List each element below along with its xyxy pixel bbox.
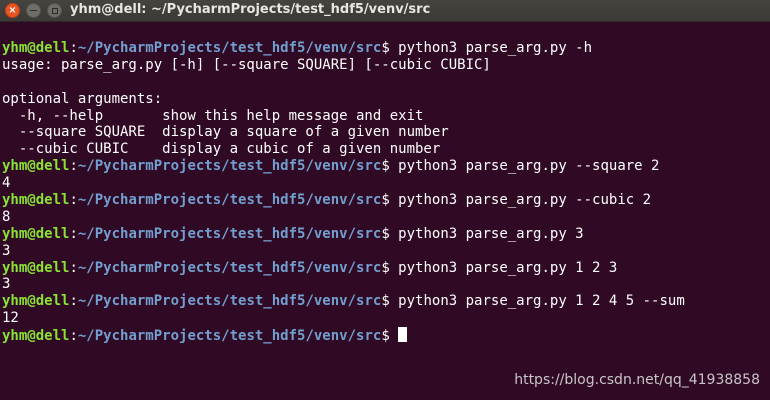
minimize-icon [30,10,37,11]
close-button[interactable]: × [5,3,20,18]
prompt-symbol: $ [381,259,399,276]
prompt-separator: : [69,293,78,310]
output-text: 3 [2,242,11,259]
output-line: 12 [2,310,685,327]
prompt-path: ~/PycharmProjects/test_hdf5/venv/src [77,259,382,276]
command-text: python3 parse_arg.py --square 2 [398,158,660,175]
output-line: 4 [2,175,685,192]
prompt-line: yhm@dell:~/PycharmProjects/test_hdf5/ven… [2,293,685,310]
maximize-button[interactable] [47,3,62,18]
command-text: python3 parse_arg.py 3 [398,225,584,242]
output-line: 8 [2,209,685,226]
terminal-output[interactable]: yhm@dell:~/PycharmProjects/test_hdf5/ven… [2,40,685,344]
output-text: -h, --help show this help message and ex… [2,107,424,124]
prompt-line: yhm@dell:~/PycharmProjects/test_hdf5/ven… [2,327,685,344]
prompt-separator: : [69,40,78,56]
close-icon: × [8,4,17,16]
minimize-button[interactable] [26,3,41,18]
prompt-path: ~/PycharmProjects/test_hdf5/venv/src [77,192,382,209]
text-cursor [398,327,408,343]
command-text: python3 parse_arg.py -h [398,40,593,56]
output-text: usage: parse_arg.py [-h] [--square SQUAR… [2,56,491,73]
output-line: --cubic CUBIC display a cubic of a given… [2,141,685,158]
prompt-user-host: yhm@dell [2,293,70,310]
output-text: optional arguments: [2,90,163,107]
output-text: 3 [2,276,11,293]
prompt-path: ~/PycharmProjects/test_hdf5/venv/src [77,225,382,242]
prompt-separator: : [69,225,78,242]
prompt-path: ~/PycharmProjects/test_hdf5/venv/src [77,328,382,345]
maximize-icon [51,7,58,14]
prompt-line: yhm@dell:~/PycharmProjects/test_hdf5/ven… [2,158,685,175]
prompt-path: ~/PycharmProjects/test_hdf5/venv/src [77,40,382,56]
watermark: https://blog.csdn.net/qq_41938858 [514,372,760,388]
output-line: optional arguments: [2,91,685,108]
prompt-user-host: yhm@dell [2,328,70,345]
output-text: 8 [2,208,11,225]
prompt-user-host: yhm@dell [2,192,70,209]
output-text: --square SQUARE display a square of a gi… [2,124,449,141]
output-line: 3 [2,243,685,260]
prompt-separator: : [69,158,78,175]
output-text: 12 [2,310,19,327]
prompt-line: yhm@dell:~/PycharmProjects/test_hdf5/ven… [2,192,685,209]
command-text: python3 parse_arg.py --cubic 2 [398,192,652,209]
title-bar[interactable]: × yhm@dell: ~/PycharmProjects/test_hdf5/… [0,0,770,22]
prompt-user-host: yhm@dell [2,158,70,175]
output-line: usage: parse_arg.py [-h] [--square SQUAR… [2,57,685,74]
prompt-symbol: $ [381,225,399,242]
prompt-symbol: $ [381,40,399,56]
prompt-user-host: yhm@dell [2,225,70,242]
command-text: python3 parse_arg.py 1 2 3 [398,259,618,276]
prompt-path: ~/PycharmProjects/test_hdf5/venv/src [77,158,382,175]
prompt-symbol: $ [381,328,399,345]
output-line: --square SQUARE display a square of a gi… [2,124,685,141]
prompt-line: yhm@dell:~/PycharmProjects/test_hdf5/ven… [2,260,685,277]
output-text: --cubic CUBIC display a cubic of a given… [2,141,441,158]
prompt-separator: : [69,259,78,276]
prompt-separator: : [69,192,78,209]
prompt-separator: : [69,328,78,345]
prompt-symbol: $ [381,293,399,310]
prompt-line: yhm@dell:~/PycharmProjects/test_hdf5/ven… [2,40,685,57]
terminal-window: × yhm@dell: ~/PycharmProjects/test_hdf5/… [0,0,770,400]
prompt-symbol: $ [381,192,399,209]
prompt-path: ~/PycharmProjects/test_hdf5/venv/src [77,293,382,310]
prompt-symbol: $ [381,158,399,175]
output-text: 4 [2,175,11,192]
prompt-user-host: yhm@dell [2,40,70,56]
prompt-user-host: yhm@dell [2,259,70,276]
prompt-line: yhm@dell:~/PycharmProjects/test_hdf5/ven… [2,226,685,243]
output-line: 3 [2,276,685,293]
output-line: -h, --help show this help message and ex… [2,108,685,125]
window-title: yhm@dell: ~/PycharmProjects/test_hdf5/ve… [70,2,431,17]
command-text: python3 parse_arg.py 1 2 4 5 --sum [398,293,685,310]
